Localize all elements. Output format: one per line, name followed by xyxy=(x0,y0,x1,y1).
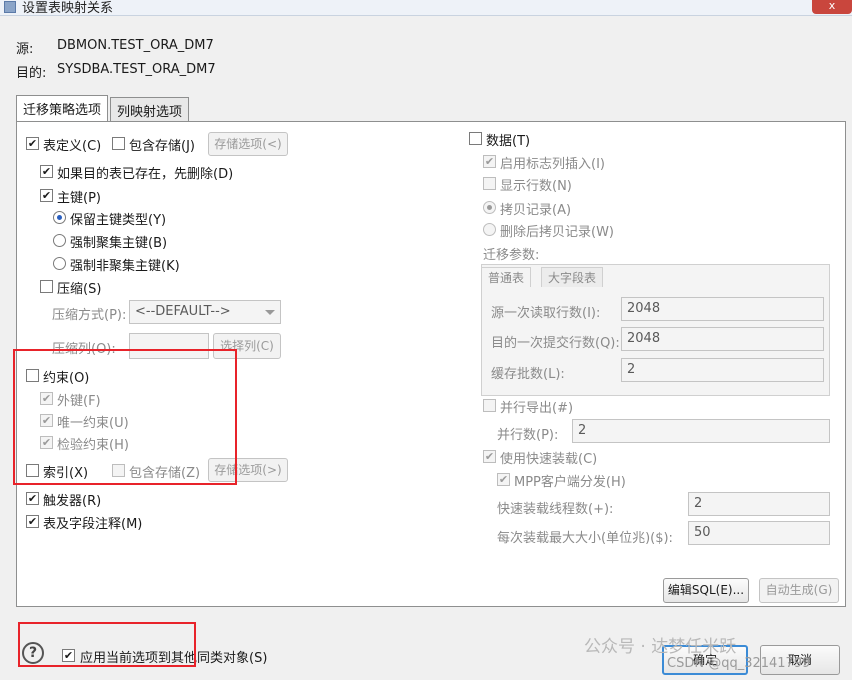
fast-load-label: 使用快速装载(C) xyxy=(500,452,598,467)
constraints-label: 约束(O) xyxy=(43,371,90,386)
window-icon xyxy=(4,1,16,13)
source-label: 源: xyxy=(16,42,34,57)
delete-then-copy-label: 删除后拷贝记录(W) xyxy=(500,225,614,240)
apply-all-label: 应用当前选项到其他同类对象(S) xyxy=(80,651,268,666)
copy-records-radio[interactable] xyxy=(483,201,496,214)
compress-label: 压缩(S) xyxy=(57,282,102,297)
chevron-down-icon xyxy=(265,310,275,315)
target-label: 目的: xyxy=(16,66,47,81)
primary-key-label: 主键(P) xyxy=(57,191,101,206)
batch-count-field[interactable]: 2 xyxy=(621,358,824,382)
foreign-key-label: 外键(F) xyxy=(57,394,101,409)
triggers-label: 触发器(R) xyxy=(43,494,102,509)
include-storage-checkbox[interactable] xyxy=(112,137,125,150)
pk-keep-type-label: 保留主键类型(Y) xyxy=(70,213,167,228)
index-include-storage-checkbox[interactable] xyxy=(112,464,125,477)
delete-then-copy-radio[interactable] xyxy=(483,223,496,236)
wechat-watermark: 公众号 · 达梦任米跃 xyxy=(584,637,737,657)
compress-columns-label: 压缩列(O): xyxy=(52,342,116,357)
parallel-export-checkbox[interactable] xyxy=(483,399,496,412)
triggers-checkbox[interactable] xyxy=(26,492,39,505)
drop-if-exists-checkbox[interactable] xyxy=(40,165,53,178)
fast-load-checkbox[interactable] xyxy=(483,450,496,463)
pk-force-nonclustered-radio[interactable] xyxy=(53,257,66,270)
parallel-export-label: 并行导出(#) xyxy=(500,401,574,416)
fetch-rows-label: 源一次读取行数(I): xyxy=(491,306,601,321)
drop-if-exists-label: 如果目的表已存在，先删除(D) xyxy=(57,167,234,182)
batch-count-label: 缓存批数(L): xyxy=(491,367,565,382)
comments-label: 表及字段注释(M) xyxy=(43,517,143,532)
tab-column-mapping[interactable]: 列映射选项 xyxy=(110,97,190,121)
mpp-client-label: MPP客户端分发(H) xyxy=(514,475,626,490)
storage-options-button[interactable]: 存储选项(<) xyxy=(208,132,288,156)
tab-migration-strategy[interactable]: 迁移策略选项 xyxy=(16,95,109,121)
max-load-size-label: 每次装载最大大小(单位兆)($): xyxy=(497,531,673,546)
compress-columns-field[interactable] xyxy=(129,333,209,359)
pk-force-clustered-radio[interactable] xyxy=(53,234,66,247)
data-checkbox[interactable] xyxy=(469,132,482,145)
compress-checkbox[interactable] xyxy=(40,280,53,293)
unique-constraint-checkbox[interactable] xyxy=(40,414,53,427)
parallel-count-field[interactable]: 2 xyxy=(572,419,830,443)
table-def-checkbox[interactable] xyxy=(26,137,39,150)
migrate-params-label: 迁移参数: xyxy=(483,248,540,263)
index-checkbox[interactable] xyxy=(26,464,39,477)
window-title: 设置表映射关系 xyxy=(22,1,114,16)
csdn-watermark: CSDN @qq_32141799 xyxy=(667,656,811,671)
commit-rows-field[interactable]: 2048 xyxy=(621,327,824,351)
compress-method-select[interactable]: <--DEFAULT--> xyxy=(129,300,281,324)
pk-force-clustered-label: 强制聚集主键(B) xyxy=(70,236,168,251)
show-rows-checkbox[interactable] xyxy=(483,177,496,190)
commit-rows-label: 目的一次提交行数(Q): xyxy=(491,336,620,351)
foreign-key-checkbox[interactable] xyxy=(40,392,53,405)
edit-sql-button[interactable]: 编辑SQL(E)... xyxy=(663,578,749,603)
constraints-checkbox[interactable] xyxy=(26,369,39,382)
index-storage-options-button[interactable]: 存储选项(>) xyxy=(208,458,288,482)
primary-key-checkbox[interactable] xyxy=(40,189,53,202)
close-button[interactable]: x xyxy=(812,0,852,14)
show-rows-label: 显示行数(N) xyxy=(500,179,572,194)
unique-constraint-label: 唯一约束(U) xyxy=(57,416,129,431)
table-def-label: 表定义(C) xyxy=(43,139,102,154)
select-columns-button[interactable]: 选择列(C) xyxy=(213,333,281,359)
title-bar: 设置表映射关系 x xyxy=(0,0,852,16)
copy-records-label: 拷贝记录(A) xyxy=(500,203,572,218)
check-constraint-checkbox[interactable] xyxy=(40,436,53,449)
max-load-size-field[interactable]: 50 xyxy=(688,521,830,545)
apply-all-checkbox[interactable] xyxy=(62,649,75,662)
comments-checkbox[interactable] xyxy=(26,515,39,528)
fast-load-threads-field[interactable]: 2 xyxy=(688,492,830,516)
identity-insert-checkbox[interactable] xyxy=(483,155,496,168)
mpp-client-checkbox[interactable] xyxy=(497,473,510,486)
data-label: 数据(T) xyxy=(486,134,531,149)
help-icon[interactable]: ? xyxy=(22,642,44,664)
fetch-rows-field[interactable]: 2048 xyxy=(621,297,824,321)
identity-insert-label: 启用标志列插入(I) xyxy=(500,157,605,172)
index-include-storage-label: 包含存储(Z) xyxy=(129,466,201,481)
source-value: DBMON.TEST_ORA_DM7 xyxy=(57,38,214,53)
parallel-count-label: 并行数(P): xyxy=(497,428,559,443)
pk-force-nonclustered-label: 强制非聚集主键(K) xyxy=(70,259,180,274)
auto-generate-button[interactable]: 自动生成(G) xyxy=(759,578,839,603)
compress-method-value: <--DEFAULT--> xyxy=(135,304,231,319)
index-label: 索引(X) xyxy=(43,466,89,481)
pk-keep-type-radio[interactable] xyxy=(53,211,66,224)
compress-method-label: 压缩方式(P): xyxy=(52,308,127,323)
include-storage-label: 包含存储(J) xyxy=(129,139,195,154)
target-value: SYSDBA.TEST_ORA_DM7 xyxy=(57,62,216,77)
fast-load-threads-label: 快速装载线程数(+): xyxy=(497,502,614,517)
subtab-large-field-table[interactable]: 大字段表 xyxy=(541,267,604,287)
subtab-normal-table[interactable]: 普通表 xyxy=(481,267,532,287)
check-constraint-label: 检验约束(H) xyxy=(57,438,129,453)
